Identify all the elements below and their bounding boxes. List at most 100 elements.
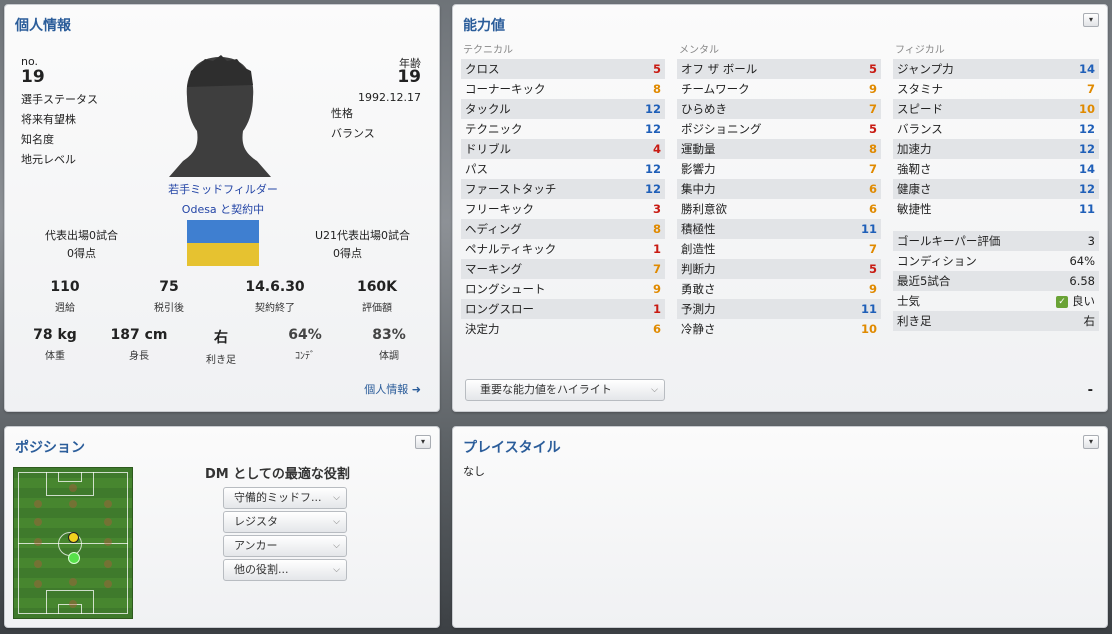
mental-attr-row[interactable]: 運動量 8 bbox=[677, 139, 881, 159]
mental-attr-value: 6 bbox=[868, 202, 877, 216]
technical-attr-value: 12 bbox=[644, 102, 661, 116]
technical-attr-value: 12 bbox=[644, 122, 661, 136]
technical-column: テクニカル クロス 5 コーナーキック 8 タックル 12 テクニック 12 ドリブル 4 パス 12… bbox=[461, 43, 665, 339]
extra-stat-value: 64% bbox=[1069, 254, 1095, 268]
attributes-panel: 能力値 ▾ テクニカル クロス 5 コーナーキック 8 タックル 12 テクニック 12 ドリブ… bbox=[452, 4, 1108, 412]
physical-attr-row[interactable]: 健康さ 12 bbox=[893, 179, 1099, 199]
pitch-diagram[interactable] bbox=[13, 467, 133, 619]
technical-attr-name: クロス bbox=[465, 62, 500, 76]
technical-attr-row[interactable]: ヘディング 8 bbox=[461, 219, 665, 239]
position-menu-button[interactable]: ▾ bbox=[415, 435, 431, 449]
physical-attr-value: 11 bbox=[1078, 202, 1095, 216]
mental-attr-value: 9 bbox=[868, 82, 877, 96]
technical-attr-row[interactable]: マーキング 7 bbox=[461, 259, 665, 279]
extra-stat-value: ✓ 良い bbox=[1056, 291, 1095, 311]
mental-attr-value: 7 bbox=[868, 162, 877, 176]
extra-stat-row[interactable]: 士気 ✓ 良い bbox=[893, 291, 1099, 311]
physical-attr-row[interactable]: 加速力 12 bbox=[893, 139, 1099, 159]
mental-attr-row[interactable]: 勇敢さ 9 bbox=[677, 279, 881, 299]
playstyle-menu-button[interactable]: ▾ bbox=[1083, 435, 1099, 449]
reputation-label: 知名度 bbox=[21, 133, 54, 146]
age-value: 19 bbox=[397, 67, 421, 87]
technical-attr-value: 8 bbox=[652, 222, 661, 236]
technical-attr-row[interactable]: ペナルティキック 1 bbox=[461, 239, 665, 259]
mental-attr-value: 10 bbox=[860, 322, 877, 336]
physical-attr-name: 健康さ bbox=[897, 182, 932, 196]
mental-attr-row[interactable]: 集中力 6 bbox=[677, 179, 881, 199]
technical-attr-name: 決定力 bbox=[465, 322, 500, 336]
mental-attr-row[interactable]: 積極性 11 bbox=[677, 219, 881, 239]
technical-attr-row[interactable]: ロングシュート 9 bbox=[461, 279, 665, 299]
physical-attr-row[interactable]: ジャンプ力 14 bbox=[893, 59, 1099, 79]
physical-attr-row[interactable]: バランス 12 bbox=[893, 119, 1099, 139]
technical-attr-value: 8 bbox=[652, 82, 661, 96]
u21-caps: U21代表出場0試合 bbox=[315, 229, 411, 242]
mental-attr-row[interactable]: 冷静さ 10 bbox=[677, 319, 881, 339]
technical-attr-row[interactable]: コーナーキック 8 bbox=[461, 79, 665, 99]
physical-attr-row[interactable]: スタミナ 7 bbox=[893, 79, 1099, 99]
extra-stat-name: 利き足 bbox=[897, 314, 932, 328]
mental-attr-row[interactable]: 創造性 7 bbox=[677, 239, 881, 259]
technical-attr-value: 4 bbox=[652, 142, 661, 156]
physical-attr-value: 12 bbox=[1078, 142, 1095, 156]
technical-attr-row[interactable]: 決定力 6 bbox=[461, 319, 665, 339]
player-status-label[interactable]: 選手ステータス bbox=[21, 91, 98, 107]
technical-attr-name: フリーキック bbox=[465, 202, 534, 216]
mental-attr-row[interactable]: 影響力 7 bbox=[677, 159, 881, 179]
technical-attr-row[interactable]: ロングスロー 1 bbox=[461, 299, 665, 319]
mental-attr-row[interactable]: ひらめき 7 bbox=[677, 99, 881, 119]
personal-info-link[interactable]: 個人情報 ➜ bbox=[364, 381, 421, 397]
technical-attr-row[interactable]: クロス 5 bbox=[461, 59, 665, 79]
mental-attr-row[interactable]: 勝利意欲 6 bbox=[677, 199, 881, 219]
extra-stat-name: 士気 bbox=[897, 294, 920, 308]
role-dropdown-dm[interactable]: 守備的ミッドフ... ⌵ bbox=[223, 487, 347, 509]
technical-attr-row[interactable]: パス 12 bbox=[461, 159, 665, 179]
physical-attr-row[interactable]: 強靭さ 14 bbox=[893, 159, 1099, 179]
extra-stat-row[interactable]: ゴールキーパー評価 3 bbox=[893, 231, 1099, 251]
technical-attr-row[interactable]: ドリブル 4 bbox=[461, 139, 665, 159]
mental-attr-name: ポジショニング bbox=[681, 122, 762, 136]
physical-attr-row[interactable]: 敏捷性 11 bbox=[893, 199, 1099, 219]
role-dropdown-other[interactable]: 他の役割... ⌵ bbox=[223, 559, 347, 581]
mental-attr-name: 予測力 bbox=[681, 302, 716, 316]
extra-stat-row[interactable]: コンディション 64% bbox=[893, 251, 1099, 271]
mental-attr-value: 11 bbox=[860, 222, 877, 236]
role-dropdown-anchor[interactable]: アンカー ⌵ bbox=[223, 535, 347, 557]
u21-goals: 0得点 bbox=[333, 247, 362, 260]
technical-attr-value: 1 bbox=[652, 302, 661, 316]
physical-attr-value: 10 bbox=[1078, 102, 1095, 116]
technical-attr-row[interactable]: フリーキック 3 bbox=[461, 199, 665, 219]
technical-attr-row[interactable]: タックル 12 bbox=[461, 99, 665, 119]
role-dropdown-regista[interactable]: レジスタ ⌵ bbox=[223, 511, 347, 533]
technical-attr-row[interactable]: テクニック 12 bbox=[461, 119, 665, 139]
extra-stat-row[interactable]: 利き足 右 bbox=[893, 311, 1099, 331]
technical-attr-row[interactable]: ファーストタッチ 12 bbox=[461, 179, 665, 199]
physical-attr-row[interactable]: スピード 10 bbox=[893, 99, 1099, 119]
mental-attr-row[interactable]: チームワーク 9 bbox=[677, 79, 881, 99]
physical-header: フィジカル bbox=[895, 45, 945, 56]
technical-attr-name: パス bbox=[465, 162, 488, 176]
extra-stat-name: 最近5試合 bbox=[897, 274, 951, 288]
position-panel: ポジション ▾ DM としての最適な役割 守備的ミッドフ... ⌵ レジスタ ⌵ ア… bbox=[4, 426, 440, 628]
physical-attr-name: 敏捷性 bbox=[897, 202, 932, 216]
mental-attr-row[interactable]: オフ ザ ボール 5 bbox=[677, 59, 881, 79]
technical-attr-name: ペナルティキック bbox=[465, 242, 557, 256]
attributes-menu-button[interactable]: ▾ bbox=[1083, 13, 1099, 27]
mental-attr-row[interactable]: 予測力 11 bbox=[677, 299, 881, 319]
highlight-attributes-dropdown[interactable]: 重要な能力値をハイライト ⌵ bbox=[465, 379, 665, 401]
attributes-title: 能力値 bbox=[463, 18, 505, 34]
player-contract[interactable]: Odesa と契約中 bbox=[5, 201, 439, 217]
technical-attr-name: タックル bbox=[465, 102, 511, 116]
player-position: 若手ミッドフィルダー bbox=[168, 183, 278, 196]
mental-attr-row[interactable]: 判断力 5 bbox=[677, 259, 881, 279]
technical-attr-value: 12 bbox=[644, 162, 661, 176]
chevron-down-icon: ⌵ bbox=[651, 385, 658, 395]
playstyle-title: プレイスタイル bbox=[463, 440, 561, 456]
extra-stat-row[interactable]: 最近5試合 6.58 bbox=[893, 271, 1099, 291]
personality-label: 性格 bbox=[331, 107, 353, 120]
physical-attr-value: 12 bbox=[1078, 182, 1095, 196]
personal-info-title: 個人情報 bbox=[15, 18, 71, 34]
after-tax-stat: 75 税引後 bbox=[154, 279, 184, 314]
chevron-down-icon: ⌵ bbox=[333, 517, 340, 527]
mental-attr-row[interactable]: ポジショニング 5 bbox=[677, 119, 881, 139]
